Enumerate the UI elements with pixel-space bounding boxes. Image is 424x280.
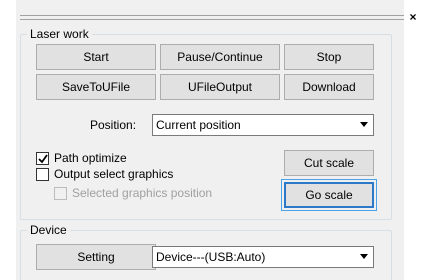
path-optimize-checkbox[interactable]: [36, 152, 49, 165]
chevron-down-icon[interactable]: [355, 115, 373, 135]
checkmark-icon: [38, 154, 48, 164]
stop-button[interactable]: Stop: [284, 44, 374, 70]
position-label: Position:: [90, 118, 137, 132]
panel-grip-line: [20, 19, 404, 20]
close-icon[interactable]: ×: [406, 10, 420, 24]
output-select-checkbox[interactable]: [36, 168, 49, 181]
chevron-down-icon[interactable]: [355, 247, 373, 267]
position-select[interactable]: Current position: [152, 114, 374, 136]
selected-position-checkbox: [54, 187, 67, 200]
cut-scale-button[interactable]: Cut scale: [284, 150, 374, 176]
start-button[interactable]: Start: [36, 44, 156, 70]
download-button[interactable]: Download: [284, 74, 374, 100]
output-select-label[interactable]: Output select graphics: [54, 167, 173, 181]
save-to-ufile-button[interactable]: SaveToUFile: [36, 74, 156, 100]
panel-grip-line: [20, 15, 404, 16]
go-scale-button[interactable]: Go scale: [281, 179, 377, 211]
setting-button[interactable]: Setting: [36, 244, 156, 270]
laser-panel: Laser work Start Pause/Continue Stop Sav…: [16, 0, 404, 280]
pause-continue-button[interactable]: Pause/Continue: [160, 44, 280, 70]
position-select-value: Current position: [156, 118, 241, 132]
device-title: Device: [27, 223, 70, 237]
path-optimize-label[interactable]: Path optimize: [54, 151, 127, 165]
ufile-output-button[interactable]: UFileOutput: [160, 74, 280, 100]
device-select-value: Device---(USB:Auto): [156, 250, 266, 264]
device-select[interactable]: Device---(USB:Auto): [152, 246, 374, 268]
laser-work-title: Laser work: [27, 27, 92, 41]
selected-position-label: Selected graphics position: [72, 186, 213, 200]
